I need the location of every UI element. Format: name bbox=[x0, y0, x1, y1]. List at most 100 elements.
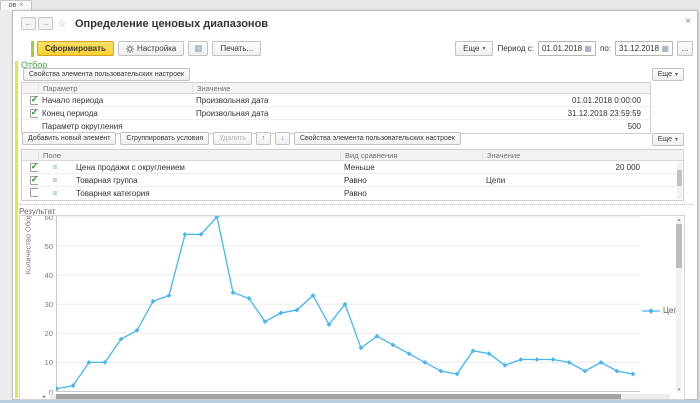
down-arrow-icon: ↓ bbox=[281, 135, 285, 142]
scroll-up-icon[interactable]: ▴ bbox=[676, 217, 682, 223]
param-value2-cell: 01.01.2018 0:00:00 bbox=[492, 96, 650, 105]
group-label: Сгруппировать условия bbox=[126, 135, 203, 142]
close-icon[interactable]: × bbox=[685, 16, 691, 27]
param-value2-cell: 31.12.2018 23:59:59 bbox=[492, 109, 650, 118]
check-icon: ✓ bbox=[31, 96, 38, 104]
params-table-row[interactable]: ✓Начало периодаПроизвольная дата01.01.20… bbox=[22, 94, 650, 107]
options-label: ... bbox=[682, 44, 689, 53]
y-axis-tick-label: 40 bbox=[38, 271, 53, 280]
params-table-header: Параметр Значение bbox=[22, 83, 650, 94]
y-axis-tick-label: 50 bbox=[38, 242, 53, 251]
checkbox-checked[interactable]: ✓ bbox=[30, 163, 38, 172]
equals-icon: = bbox=[38, 189, 72, 198]
y-axis-tick-label: 20 bbox=[38, 329, 53, 338]
conditions-table-row[interactable]: =Товарная категорияРавно bbox=[22, 187, 683, 200]
left-accent-bar bbox=[15, 61, 18, 398]
param-name-cell: Конец периода bbox=[38, 109, 192, 118]
y-axis-tick-label: 30 bbox=[38, 300, 53, 309]
field-cell: Цена продажи с округлением bbox=[72, 163, 340, 172]
y-axis-title: Количество Оборот bbox=[24, 215, 33, 274]
user-settings-properties-button-2[interactable]: Свойства элемента пользовательских настр… bbox=[294, 132, 461, 145]
conditions-table-row[interactable]: ✓=Товарная группаРавноЦепи bbox=[22, 174, 683, 187]
more-button-toolbar[interactable]: Еще ▾ bbox=[455, 41, 493, 56]
calendar-icon[interactable]: ▦ bbox=[584, 44, 592, 53]
checkbox-unchecked[interactable] bbox=[30, 188, 38, 197]
params-table-row[interactable]: ✓Конец периодаПроизвольная дата31.12.201… bbox=[22, 107, 650, 120]
checkbox-checked[interactable]: ✓ bbox=[30, 96, 38, 105]
period-toolbar: Еще ▾ Период с: 01.01.2018 ▦ по: 31.12.2… bbox=[455, 41, 693, 56]
calendar-icon[interactable]: ▦ bbox=[661, 44, 669, 53]
forward-icon: → bbox=[42, 19, 50, 28]
delete-button[interactable]: Удалить bbox=[213, 132, 252, 145]
comparison-cell: Равно bbox=[340, 189, 482, 198]
properties-label: Свойства элемента пользовательских настр… bbox=[29, 71, 184, 78]
param-name-cell: Начало периода bbox=[38, 96, 192, 105]
generate-label: Сформировать bbox=[45, 44, 106, 53]
tab-label: ов bbox=[9, 2, 17, 9]
conditions-table: Поле Вид сравнения Значение ✓=Цена прода… bbox=[21, 149, 684, 201]
move-up-button[interactable]: ↑ bbox=[256, 132, 271, 145]
checkbox-checked[interactable]: ✓ bbox=[30, 109, 38, 118]
group-conditions-button[interactable]: Сгруппировать условия bbox=[120, 132, 209, 145]
checkbox-checked[interactable]: ✓ bbox=[30, 176, 38, 185]
header-comparison: Вид сравнения bbox=[340, 151, 482, 160]
checkbox-cell: ✓ bbox=[22, 109, 38, 118]
conditions-table-header: Поле Вид сравнения Значение bbox=[22, 150, 683, 161]
header-field: Поле bbox=[38, 151, 340, 160]
checkbox-cell bbox=[22, 188, 38, 199]
tab-close-icon[interactable]: × bbox=[19, 2, 23, 9]
print-button[interactable]: Печать... bbox=[212, 41, 261, 56]
scrollbar-thumb[interactable] bbox=[677, 170, 682, 186]
report-variant-button[interactable]: ▦ bbox=[188, 41, 208, 56]
conditions-table-row[interactable]: ✓=Цена продажи с округлениемМеньше20 000 bbox=[22, 161, 683, 174]
conditions-table-scrollbar[interactable] bbox=[677, 162, 682, 199]
period-options-button[interactable]: ... bbox=[677, 41, 693, 56]
comparison-cell: Меньше bbox=[340, 163, 482, 172]
gear-icon bbox=[126, 45, 134, 53]
report-variant-icon: ▦ bbox=[194, 43, 203, 54]
param-name-cell: Параметр округления bbox=[38, 122, 192, 131]
result-chart: Количество Оборот 0102030405060 Цепи ▴ ▾… bbox=[19, 215, 685, 400]
chevron-down-icon: ▾ bbox=[482, 45, 485, 52]
scrollbar-thumb[interactable] bbox=[676, 224, 682, 268]
period-to-input[interactable]: 31.12.2018 ▦ bbox=[615, 41, 673, 56]
page-title: Определение ценовых диапазонов bbox=[75, 18, 268, 30]
generate-button[interactable]: Сформировать bbox=[37, 41, 114, 56]
period-from-input[interactable]: 01.01.2018 ▦ bbox=[538, 41, 596, 56]
settings-button[interactable]: Настройка bbox=[118, 41, 184, 56]
toolbar-accent-bar bbox=[31, 41, 34, 57]
main-toolbar: Сформировать Настройка ▦ Печать... bbox=[37, 41, 261, 56]
scroll-down-icon[interactable]: ▾ bbox=[676, 387, 682, 393]
back-button[interactable]: ← bbox=[21, 17, 36, 30]
checkbox-cell: ✓ bbox=[22, 96, 38, 105]
header-value: Значение bbox=[482, 151, 683, 160]
check-icon: ✓ bbox=[31, 109, 38, 117]
checkbox-cell: ✓ bbox=[22, 163, 38, 172]
forward-button[interactable]: → bbox=[38, 17, 53, 30]
tab-strip: ов × bbox=[0, 0, 700, 10]
chart-vertical-scrollbar[interactable]: ▴ ▾ bbox=[676, 217, 682, 393]
add-element-button[interactable]: Добавить новый элемент bbox=[22, 132, 116, 145]
more-button-params[interactable]: Еще ▾ bbox=[652, 68, 684, 81]
conditions-toolbar: Добавить новый элемент Сгруппировать усл… bbox=[22, 132, 461, 145]
header-value: Значение bbox=[192, 84, 492, 93]
y-axis-tick-label: 60 bbox=[38, 215, 53, 222]
print-label: Печать... bbox=[220, 44, 253, 53]
report-tab[interactable]: ов × bbox=[0, 0, 32, 10]
properties-label: Свойства элемента пользовательских настр… bbox=[300, 135, 455, 142]
period-to-label: по: bbox=[600, 44, 611, 53]
y-axis-tick-label: 10 bbox=[38, 358, 53, 367]
more-label: Еще bbox=[463, 44, 479, 53]
report-window: ← → ☆ Определение ценовых диапазонов × С… bbox=[12, 10, 698, 400]
more-button-conditions[interactable]: Еще ▾ bbox=[652, 133, 684, 146]
move-down-button[interactable]: ↓ bbox=[275, 132, 290, 145]
check-icon: ✓ bbox=[31, 163, 38, 171]
delete-label: Удалить bbox=[219, 135, 246, 142]
more-label: Еще bbox=[658, 136, 672, 143]
favorite-star-icon[interactable]: ☆ bbox=[57, 17, 67, 30]
chevron-down-icon: ▾ bbox=[675, 71, 678, 78]
field-cell: Товарная категория bbox=[72, 189, 340, 198]
user-settings-properties-button[interactable]: Свойства элемента пользовательских настр… bbox=[23, 68, 190, 81]
params-table: Параметр Значение ✓Начало периодаПроизво… bbox=[21, 82, 651, 134]
checkbox-cell: ✓ bbox=[22, 176, 38, 185]
